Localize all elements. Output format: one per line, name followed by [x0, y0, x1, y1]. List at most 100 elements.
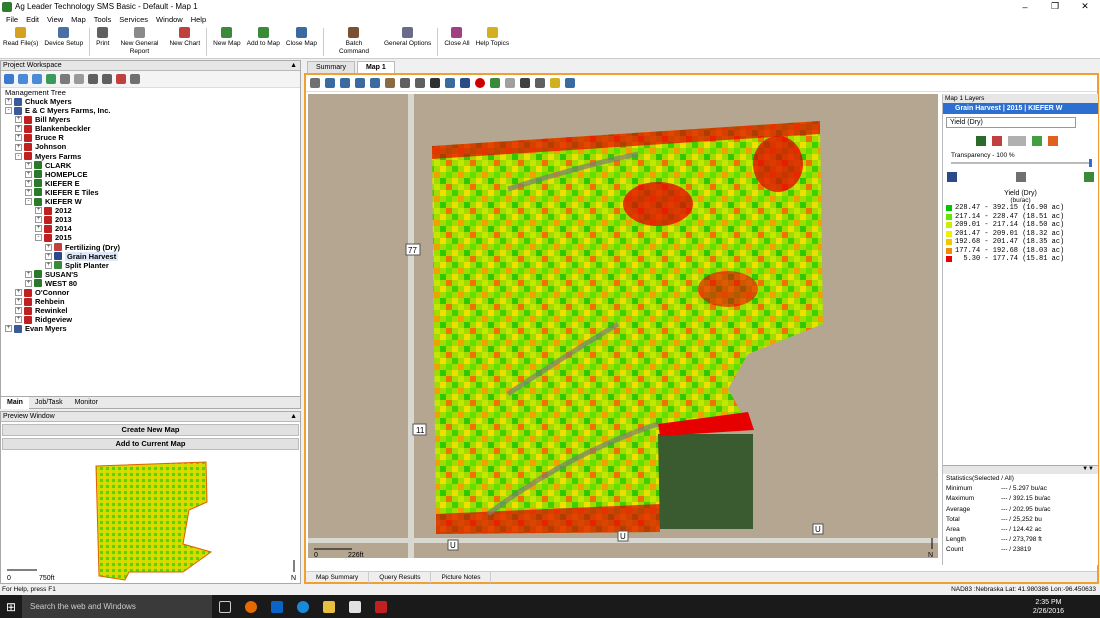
device-setup-button[interactable]: Device Setup: [41, 25, 86, 48]
sms-app-icon[interactable]: [368, 595, 394, 618]
delete-icon[interactable]: [116, 74, 126, 84]
tree-node[interactable]: + KIEFER E Tiles: [5, 188, 300, 197]
expand-icon[interactable]: +: [25, 179, 32, 187]
back-icon[interactable]: [18, 74, 28, 84]
tree-node[interactable]: + Chuck Myers: [5, 97, 300, 106]
windows-start-icon[interactable]: ⊞: [0, 595, 22, 618]
list-icon[interactable]: [1015, 172, 1026, 182]
tree-node[interactable]: + Evan Myers: [5, 324, 300, 333]
record-icon[interactable]: [475, 78, 485, 88]
expand-icon[interactable]: +: [15, 289, 22, 297]
pin-icon[interactable]: ▲: [290, 61, 297, 71]
tab-job-task[interactable]: Job/Task: [29, 397, 69, 409]
expand-icon[interactable]: +: [45, 243, 52, 251]
tree-node[interactable]: + Bruce R: [5, 133, 300, 142]
menu-map[interactable]: Map: [71, 15, 86, 24]
pointer-icon[interactable]: [310, 78, 320, 88]
select-icon[interactable]: [460, 78, 470, 88]
forward-icon[interactable]: [32, 74, 42, 84]
grid-icon[interactable]: [46, 74, 56, 84]
tree-node[interactable]: +2014: [5, 224, 300, 233]
map-tab-map-1[interactable]: Map 1: [356, 61, 395, 73]
new-general-report-button[interactable]: New General Report: [112, 25, 166, 55]
collapse-icon[interactable]: -: [15, 152, 22, 160]
new-map-button[interactable]: New Map: [210, 25, 243, 48]
firefox-icon[interactable]: [238, 595, 264, 618]
expand-icon[interactable]: +: [25, 161, 32, 169]
draw-icon[interactable]: [415, 78, 425, 88]
stats-collapse-icon[interactable]: ▼▼: [943, 466, 1098, 474]
properties-icon[interactable]: [130, 74, 140, 84]
help-topics-button[interactable]: Help Topics: [473, 25, 512, 48]
menu-edit[interactable]: Edit: [26, 15, 39, 24]
capture-icon[interactable]: [490, 78, 500, 88]
tree-node[interactable]: + Bill Myers: [5, 115, 300, 124]
read-file-s-button[interactable]: Read File(s): [0, 25, 41, 48]
pin-icon[interactable]: ▲: [290, 412, 297, 422]
expand-icon[interactable]: +: [25, 188, 32, 196]
tree-node[interactable]: + WEST 80: [5, 279, 300, 288]
layer-name[interactable]: Grain Harvest | 2015 | KIEFER W: [943, 103, 1098, 114]
layer-style-icon[interactable]: [430, 78, 440, 88]
expand-icon[interactable]: +: [15, 316, 22, 324]
tree-node[interactable]: + Rehbein: [5, 297, 300, 306]
filter-icon[interactable]: [60, 74, 70, 84]
refresh-icon[interactable]: [4, 74, 14, 84]
tree-node[interactable]: - E & C Myers Farms, Inc.: [5, 106, 300, 115]
pan-icon[interactable]: [385, 78, 395, 88]
tool-icon[interactable]: [535, 78, 545, 88]
batch-command-button[interactable]: Batch Command: [327, 25, 381, 55]
file-explorer-icon[interactable]: [316, 595, 342, 618]
measure-icon[interactable]: [400, 78, 410, 88]
attribute-select[interactable]: Yield (Dry): [946, 117, 1076, 128]
paste-icon[interactable]: [102, 74, 112, 84]
expand-icon[interactable]: +: [25, 170, 32, 178]
tree-node[interactable]: - 2015: [5, 233, 300, 242]
expand-icon[interactable]: +: [15, 116, 22, 124]
expand-icon[interactable]: +: [35, 216, 42, 224]
menu-tools[interactable]: Tools: [94, 15, 112, 24]
tree-node[interactable]: + CLARK: [5, 161, 300, 170]
expand-icon[interactable]: +: [15, 125, 22, 133]
tree-node[interactable]: + O'Connor: [5, 288, 300, 297]
tree-node[interactable]: + Grain Harvest: [5, 251, 300, 261]
edge-icon[interactable]: [290, 595, 316, 618]
expand-icon[interactable]: +: [15, 298, 22, 306]
tab-monitor[interactable]: Monitor: [69, 397, 104, 409]
zoom-in-icon[interactable]: [325, 78, 335, 88]
close-all-button[interactable]: Close All: [441, 25, 472, 48]
add-to-current-map-button[interactable]: Add to Current Map: [2, 438, 299, 450]
general-options-button[interactable]: General Options: [381, 25, 434, 48]
map-view[interactable]: 77 11 U U U 0 226ft N: [308, 94, 938, 558]
add-to-map-button[interactable]: Add to Map: [244, 25, 283, 48]
surface-icon[interactable]: [1048, 136, 1058, 146]
map-tab-summary[interactable]: Summary: [307, 61, 355, 73]
export-icon[interactable]: [1084, 172, 1094, 182]
expand-icon[interactable]: +: [5, 98, 12, 106]
expand-icon[interactable]: +: [15, 307, 22, 315]
tree-node[interactable]: +2013: [5, 215, 300, 224]
expand-icon[interactable]: +: [15, 134, 22, 142]
style-dropdown-icon[interactable]: [1008, 136, 1026, 146]
expand-icon[interactable]: +: [5, 325, 12, 333]
legend-icon[interactable]: [445, 78, 455, 88]
expand-icon[interactable]: +: [35, 207, 42, 215]
transparency-slider[interactable]: [951, 159, 1092, 167]
collapse-icon[interactable]: -: [25, 198, 32, 206]
zoom-out-icon[interactable]: [340, 78, 350, 88]
expand-icon[interactable]: +: [35, 225, 42, 233]
chart-icon[interactable]: [1032, 136, 1042, 146]
menu-help[interactable]: Help: [191, 15, 206, 24]
create-new-map-button[interactable]: Create New Map: [2, 424, 299, 436]
expand-icon[interactable]: +: [45, 261, 52, 269]
tab-main[interactable]: Main: [1, 396, 29, 409]
menu-file[interactable]: File: [6, 15, 18, 24]
sort-icon[interactable]: [520, 78, 530, 88]
taskbar-search[interactable]: Search the web and Windows: [22, 595, 212, 618]
legend-edit-icon[interactable]: [976, 136, 986, 146]
slider-thumb[interactable]: [1089, 159, 1092, 167]
tab-query-results[interactable]: Query Results: [369, 571, 432, 583]
outlook-icon[interactable]: [264, 595, 290, 618]
tree-node[interactable]: +2012: [5, 206, 300, 215]
expand-icon[interactable]: +: [25, 279, 32, 287]
